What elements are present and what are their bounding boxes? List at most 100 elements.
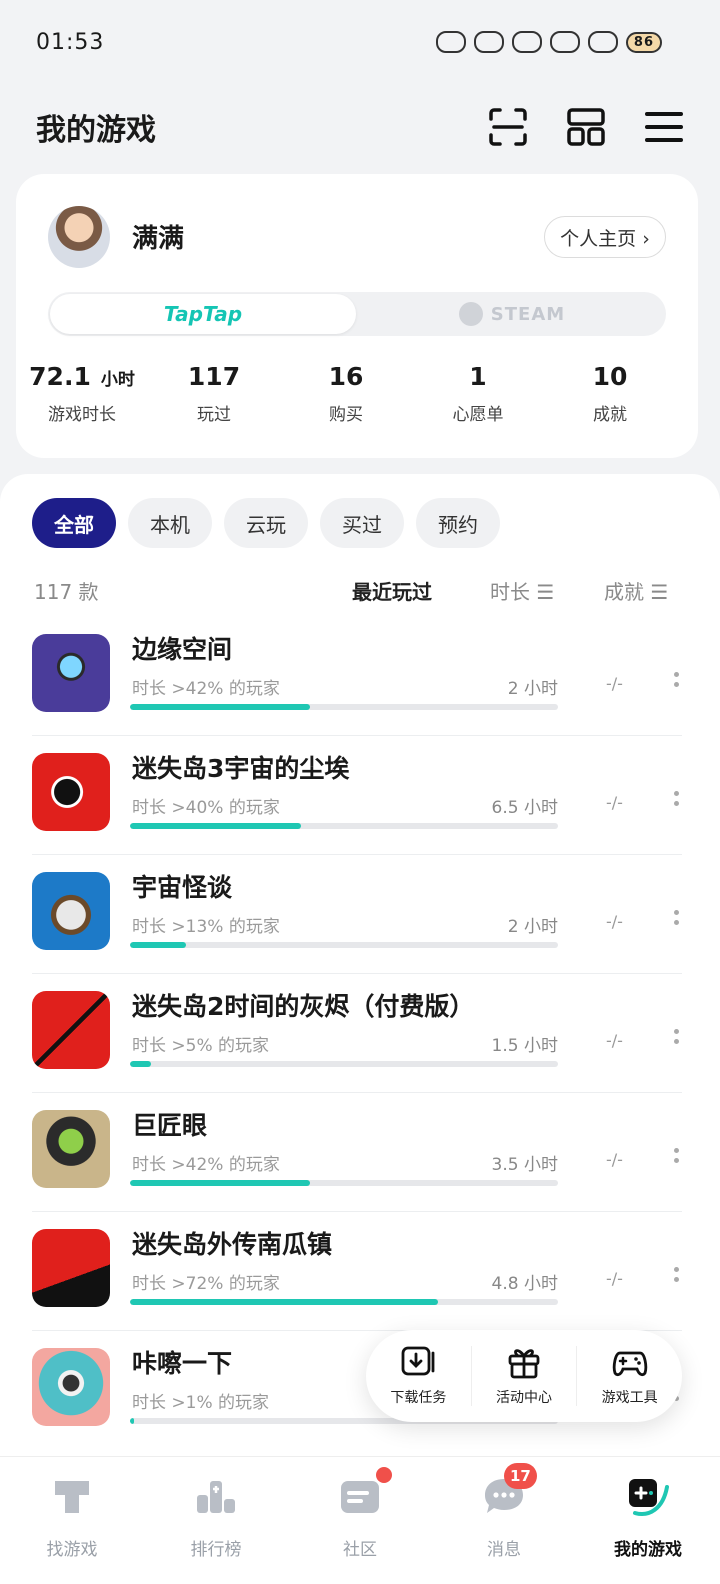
menu-icon[interactable] xyxy=(644,107,684,147)
tab-label: 找游戏 xyxy=(46,1540,98,1560)
scan-icon[interactable] xyxy=(488,107,528,147)
stat-unit: 小时 xyxy=(100,370,135,390)
platform-steam-tab[interactable]: STEAM xyxy=(358,292,666,336)
stat-value: 10 xyxy=(592,362,628,391)
game-row[interactable]: 宇宙怪谈 时长 >13% 的玩家 2 小时 -/- xyxy=(32,856,682,974)
game-row[interactable]: 迷失岛3宇宙的尘埃 时长 >40% 的玩家 6.5 小时 -/- xyxy=(32,737,682,855)
filter-chip-bought[interactable]: 买过 xyxy=(320,498,404,548)
stat-value: 16 xyxy=(328,362,364,391)
download-tasks-button[interactable]: 下载任务 xyxy=(366,1345,471,1407)
more-options-icon[interactable] xyxy=(674,672,680,694)
game-percentile: 时长 >40% 的玩家 xyxy=(132,798,280,818)
status-time: 01:53 xyxy=(36,29,105,55)
stat-playtime[interactable]: 72.1 小时 游戏时长 xyxy=(16,362,148,425)
gamepad-icon xyxy=(612,1351,647,1377)
platform-taptap-tab[interactable]: TapTap xyxy=(50,294,356,334)
progress-fill xyxy=(130,942,186,948)
game-name: 咔嚓一下 xyxy=(132,1349,233,1378)
game-icon[interactable] xyxy=(32,991,110,1069)
notification-icon xyxy=(511,31,542,53)
game-hours: 2 小时 xyxy=(507,917,558,937)
status-bar: 01:53 86 xyxy=(0,0,720,84)
filter-chips: 全部 本机 云玩 买过 预约 xyxy=(32,498,500,548)
game-achievement: -/- xyxy=(606,793,623,812)
game-row[interactable]: 边缘空间 时长 >42% 的玩家 2 小时 -/- xyxy=(32,618,682,736)
game-percentile: 时长 >1% 的玩家 xyxy=(132,1393,270,1413)
game-hours: 1.5 小时 xyxy=(491,1036,558,1056)
gift-icon xyxy=(508,1349,540,1379)
tab-label: 社区 xyxy=(343,1540,377,1560)
sort-duration[interactable]: 时长 ☰ xyxy=(490,576,554,605)
filter-chip-cloud[interactable]: 云玩 xyxy=(224,498,308,548)
platform-switch: TapTap STEAM xyxy=(48,292,666,336)
stat-value: 72.1 xyxy=(29,362,91,391)
floating-label: 活动中心 xyxy=(496,1390,552,1406)
taptap-icon xyxy=(55,1481,89,1513)
profile-home-button[interactable]: 个人主页 › xyxy=(544,216,666,258)
sort-recent[interactable]: 最近玩过 xyxy=(352,576,432,605)
more-options-icon[interactable] xyxy=(674,1029,680,1051)
game-hours: 4.8 小时 xyxy=(491,1274,558,1294)
playtime-progress-bar xyxy=(130,1180,558,1186)
game-icon[interactable] xyxy=(32,872,110,950)
more-options-icon[interactable] xyxy=(674,910,680,932)
game-icon[interactable] xyxy=(32,634,110,712)
game-tools-button[interactable]: 游戏工具 xyxy=(577,1345,682,1407)
game-count: 117 款 xyxy=(34,580,99,604)
tab-messages[interactable]: 17 消息 xyxy=(432,1457,576,1584)
stat-wishlist[interactable]: 1 心愿单 xyxy=(412,362,544,425)
filter-chip-all[interactable]: 全部 xyxy=(32,498,116,548)
game-icon[interactable] xyxy=(32,1229,110,1307)
stat-achievements[interactable]: 10 成就 xyxy=(544,362,676,425)
stat-label: 购买 xyxy=(329,405,363,425)
game-icon[interactable] xyxy=(32,1348,110,1426)
tab-label: 我的游戏 xyxy=(614,1540,682,1560)
game-icon[interactable] xyxy=(32,1110,110,1188)
game-percentile: 时长 >5% 的玩家 xyxy=(132,1036,270,1056)
game-row[interactable]: 迷失岛2时间的灰烬（付费版） 时长 >5% 的玩家 1.5 小时 -/- xyxy=(32,975,682,1093)
sort-row: 117 款 最近玩过 时长 ☰ 成就 ☰ xyxy=(34,576,684,606)
stat-label: 成就 xyxy=(593,405,627,425)
stat-label: 玩过 xyxy=(197,405,231,425)
playtime-progress-bar xyxy=(130,942,558,948)
divider xyxy=(32,1092,682,1093)
game-hours: 6.5 小时 xyxy=(491,798,558,818)
activity-center-button[interactable]: 活动中心 xyxy=(472,1345,577,1407)
stat-value: 117 xyxy=(187,362,241,391)
game-row[interactable]: 巨匠眼 时长 >42% 的玩家 3.5 小时 -/- xyxy=(32,1094,682,1212)
tab-find-games[interactable]: 找游戏 xyxy=(0,1457,144,1584)
ranking-icon xyxy=(197,1481,235,1513)
game-percentile: 时长 >42% 的玩家 xyxy=(132,1155,280,1175)
game-name: 宇宙怪谈 xyxy=(132,873,233,902)
battery-icon: 86 xyxy=(625,31,662,53)
stat-purchased[interactable]: 16 购买 xyxy=(280,362,412,425)
tab-label: 消息 xyxy=(487,1540,521,1560)
status-icons: 86 xyxy=(435,31,662,53)
more-options-icon[interactable] xyxy=(674,791,680,813)
tab-community[interactable]: 社区 xyxy=(288,1457,432,1584)
filter-chip-reserved[interactable]: 预约 xyxy=(416,498,500,548)
more-options-icon[interactable] xyxy=(674,1148,680,1170)
game-icon[interactable] xyxy=(32,753,110,831)
avatar[interactable] xyxy=(48,206,110,268)
grid-icon[interactable] xyxy=(566,107,606,147)
game-achievement: -/- xyxy=(606,1269,623,1288)
message-badge: 17 xyxy=(504,1463,537,1489)
floating-label: 游戏工具 xyxy=(601,1390,658,1406)
tab-ranking[interactable]: 排行榜 xyxy=(144,1457,288,1584)
filter-chip-local[interactable]: 本机 xyxy=(128,498,212,548)
floating-label: 下载任务 xyxy=(390,1390,447,1406)
profile-card: 满满 个人主页 › TapTap STEAM 72.1 小时 游戏时长 117 玩… xyxy=(16,174,698,458)
playtime-progress-bar xyxy=(130,1299,558,1305)
notification-icon xyxy=(473,31,504,53)
stats-row: 72.1 小时 游戏时长 117 玩过 16 购买 1 心愿单 10 成就 xyxy=(16,362,698,425)
game-row[interactable]: 迷失岛外传南瓜镇 时长 >72% 的玩家 4.8 小时 -/- xyxy=(32,1213,682,1331)
sort-achievement[interactable]: 成就 ☰ xyxy=(604,576,668,605)
game-name: 迷失岛外传南瓜镇 xyxy=(132,1230,333,1259)
steam-icon xyxy=(458,302,483,326)
stat-played[interactable]: 117 玩过 xyxy=(148,362,280,425)
progress-fill xyxy=(130,704,310,710)
tab-my-games[interactable]: 我的游戏 xyxy=(576,1457,720,1584)
more-options-icon[interactable] xyxy=(674,1267,680,1289)
signal-icon xyxy=(587,31,618,53)
